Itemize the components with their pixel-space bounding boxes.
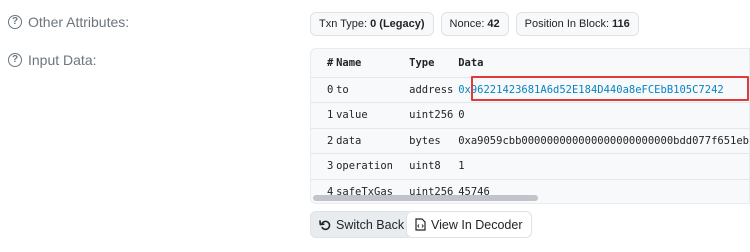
row-type: address [409,83,454,96]
position-in-block-badge: Position In Block: 116 [515,12,639,36]
txn-type-badge: Txn Type: 0 (Legacy) [310,12,434,36]
input-data-table-container: # Name Type Data 0 to address 0x96221423… [310,48,750,204]
header-data: Data [458,56,484,69]
header-index: # [327,56,334,69]
question-circle-icon[interactable]: ? [8,53,22,67]
nonce-badge: Nonce: 42 [440,12,509,36]
row-index: 3 [327,160,334,173]
table-header-row: # Name Type Data [311,49,749,77]
to-address-link[interactable]: 0x96221423681A6d52E184D440a8eFCEbB105C72… [458,84,724,96]
table-row: 2 data bytes 0xa9059cbb00000000000000000… [311,128,749,154]
horizontal-scrollbar[interactable] [311,195,749,201]
switch-back-label: Switch Back [336,217,405,232]
attribute-badges: Txn Type: 0 (Legacy) Nonce: 42 Position … [310,12,639,36]
row-index: 2 [327,134,334,147]
position-label: Position In Block: [524,18,610,30]
scrollbar-thumb[interactable] [313,195,538,201]
nonce-value: 42 [487,18,500,30]
row-data: 0 [458,109,465,122]
row-type: uint8 [409,160,441,173]
header-name: Name [336,56,362,69]
row-data: 0xa9059cbb000000000000000000000000bdd077… [458,134,749,147]
table-row: 1 value uint256 0 [311,102,749,129]
row-name: to [336,83,349,96]
input-data-table: # Name Type Data 0 to address 0x96221423… [311,49,749,203]
txn-type-label: Txn Type: [319,18,368,30]
nonce-label: Nonce: [449,18,485,30]
other-attributes-label: ? Other Attributes: [8,14,129,30]
row-type: uint256 [409,109,454,122]
position-value: 116 [612,18,630,30]
question-circle-icon[interactable]: ? [8,15,22,29]
table-row: 3 operation uint8 1 [311,153,749,180]
undo-arrow-icon [319,219,331,231]
row-name: operation [336,160,393,173]
switch-back-button[interactable]: Switch Back [310,211,414,238]
row-index: 1 [327,109,334,122]
input-data-text: Input Data: [28,52,97,68]
input-data-label: ? Input Data: [8,52,97,68]
txn-type-value: 0 (Legacy) [370,18,425,30]
other-attributes-text: Other Attributes: [28,14,130,30]
view-in-decoder-label: View In Decoder [431,217,523,232]
file-code-icon [415,218,426,231]
row-data: 1 [458,160,465,173]
row-name: value [336,109,368,122]
view-in-decoder-button[interactable]: View In Decoder [406,211,532,238]
table-row: 0 to address 0x96221423681A6d52E184D440a… [311,77,749,103]
row-type: bytes [409,134,441,147]
header-type: Type [409,56,435,69]
row-data-cell: 0x96221423681A6d52E184D440a8eFCEbB105C72… [456,77,749,103]
row-index: 0 [327,83,334,96]
row-name: data [336,134,362,147]
